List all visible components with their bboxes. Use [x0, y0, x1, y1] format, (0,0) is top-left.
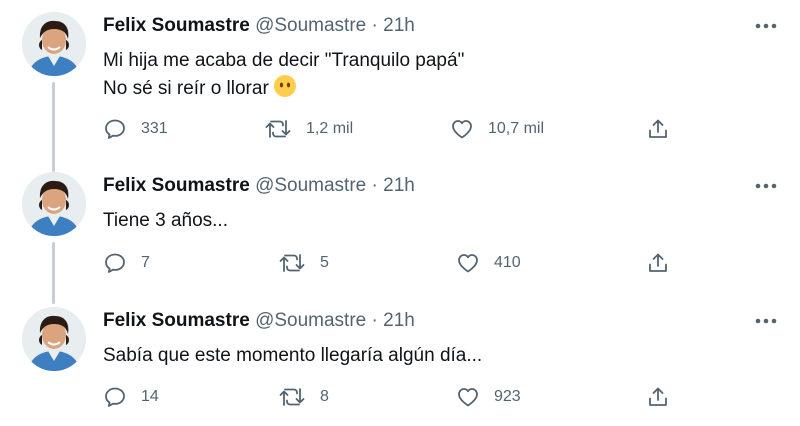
- reply-button[interactable]: 331: [103, 115, 168, 143]
- separator: ·: [371, 175, 378, 196]
- avatar[interactable]: [22, 307, 86, 371]
- retweet-icon: [265, 120, 291, 138]
- tweet-text-line: Tiene 3 años...: [103, 210, 228, 231]
- separator: ·: [371, 15, 378, 36]
- share-icon: [649, 253, 667, 272]
- retweet-count: 1,2 mil: [306, 120, 354, 137]
- reply-count: 7: [141, 254, 150, 271]
- tweet-actions: 331 1,2 mil 10,7 mil: [0, 115, 800, 143]
- tweet-actions: 7 5 410: [0, 249, 800, 277]
- heart-icon: [458, 254, 478, 273]
- author-handle[interactable]: @Soumastre: [255, 15, 366, 36]
- like-count: 410: [494, 254, 521, 271]
- timestamp[interactable]: 21h: [383, 175, 415, 196]
- like-count: 923: [494, 388, 521, 405]
- retweet-button[interactable]: 1,2 mil: [264, 115, 353, 143]
- heart-icon: [458, 388, 478, 407]
- tweet-thread: Felix Soumastre @Soumastre · 21h Mi hija…: [0, 0, 800, 426]
- tweet-text: Mi hija me acaba de decir "Tranquilo pap…: [103, 48, 464, 102]
- tweet-header: Felix Soumastre @Soumastre · 21h: [103, 174, 415, 198]
- tweet-actions: 14 8 923: [0, 383, 800, 411]
- retweet-icon: [279, 388, 305, 406]
- author-handle[interactable]: @Soumastre: [255, 175, 366, 196]
- share-button[interactable]: [646, 115, 670, 143]
- tweet-text: Sabía que este momento llegaría algún dí…: [103, 343, 482, 369]
- tweet-header: Felix Soumastre @Soumastre · 21h: [103, 14, 415, 38]
- author-name[interactable]: Felix Soumastre: [103, 175, 250, 196]
- reply-button[interactable]: 14: [103, 383, 159, 411]
- share-icon: [649, 119, 667, 138]
- separator: ·: [371, 310, 378, 331]
- retweet-button[interactable]: 5: [278, 249, 329, 277]
- reply-count: 331: [141, 120, 168, 137]
- tweet-text: Tiene 3 años...: [103, 208, 228, 234]
- more-options-icon[interactable]: [752, 176, 780, 196]
- more-options-icon[interactable]: [752, 16, 780, 36]
- share-button[interactable]: [646, 383, 670, 411]
- tweet-text-line: No sé si reír o llorar: [103, 78, 269, 99]
- tweet-header: Felix Soumastre @Soumastre · 21h: [103, 309, 415, 333]
- neutral-face-emoji: [273, 74, 297, 98]
- author-handle[interactable]: @Soumastre: [255, 310, 366, 331]
- like-button[interactable]: 10,7 mil: [450, 115, 544, 143]
- reply-button[interactable]: 7: [103, 249, 150, 277]
- tweet-text-line: Sabía que este momento llegaría algún dí…: [103, 345, 483, 366]
- like-button[interactable]: 923: [456, 383, 521, 411]
- share-icon: [649, 387, 667, 406]
- reply-icon: [105, 119, 125, 139]
- more-options-icon[interactable]: [752, 311, 780, 331]
- reply-count: 14: [141, 388, 159, 405]
- reply-icon: [105, 253, 125, 273]
- timestamp[interactable]: 21h: [383, 15, 415, 36]
- timestamp[interactable]: 21h: [383, 310, 415, 331]
- tweet-text-line-2: No sé si reír o llorar: [103, 74, 464, 102]
- tweet-text-line: Mi hija me acaba de decir "Tranquilo pap…: [103, 50, 465, 71]
- retweet-count: 5: [320, 254, 329, 271]
- retweet-count: 8: [320, 388, 329, 405]
- avatar[interactable]: [22, 172, 86, 236]
- author-name[interactable]: Felix Soumastre: [103, 15, 250, 36]
- like-button[interactable]: 410: [456, 249, 521, 277]
- like-count: 10,7 mil: [488, 120, 545, 137]
- author-name[interactable]: Felix Soumastre: [103, 310, 250, 331]
- heart-icon: [452, 120, 472, 139]
- retweet-button[interactable]: 8: [278, 383, 329, 411]
- share-button[interactable]: [646, 249, 670, 277]
- retweet-icon: [279, 254, 305, 272]
- avatar[interactable]: [22, 12, 86, 76]
- reply-icon: [105, 387, 125, 407]
